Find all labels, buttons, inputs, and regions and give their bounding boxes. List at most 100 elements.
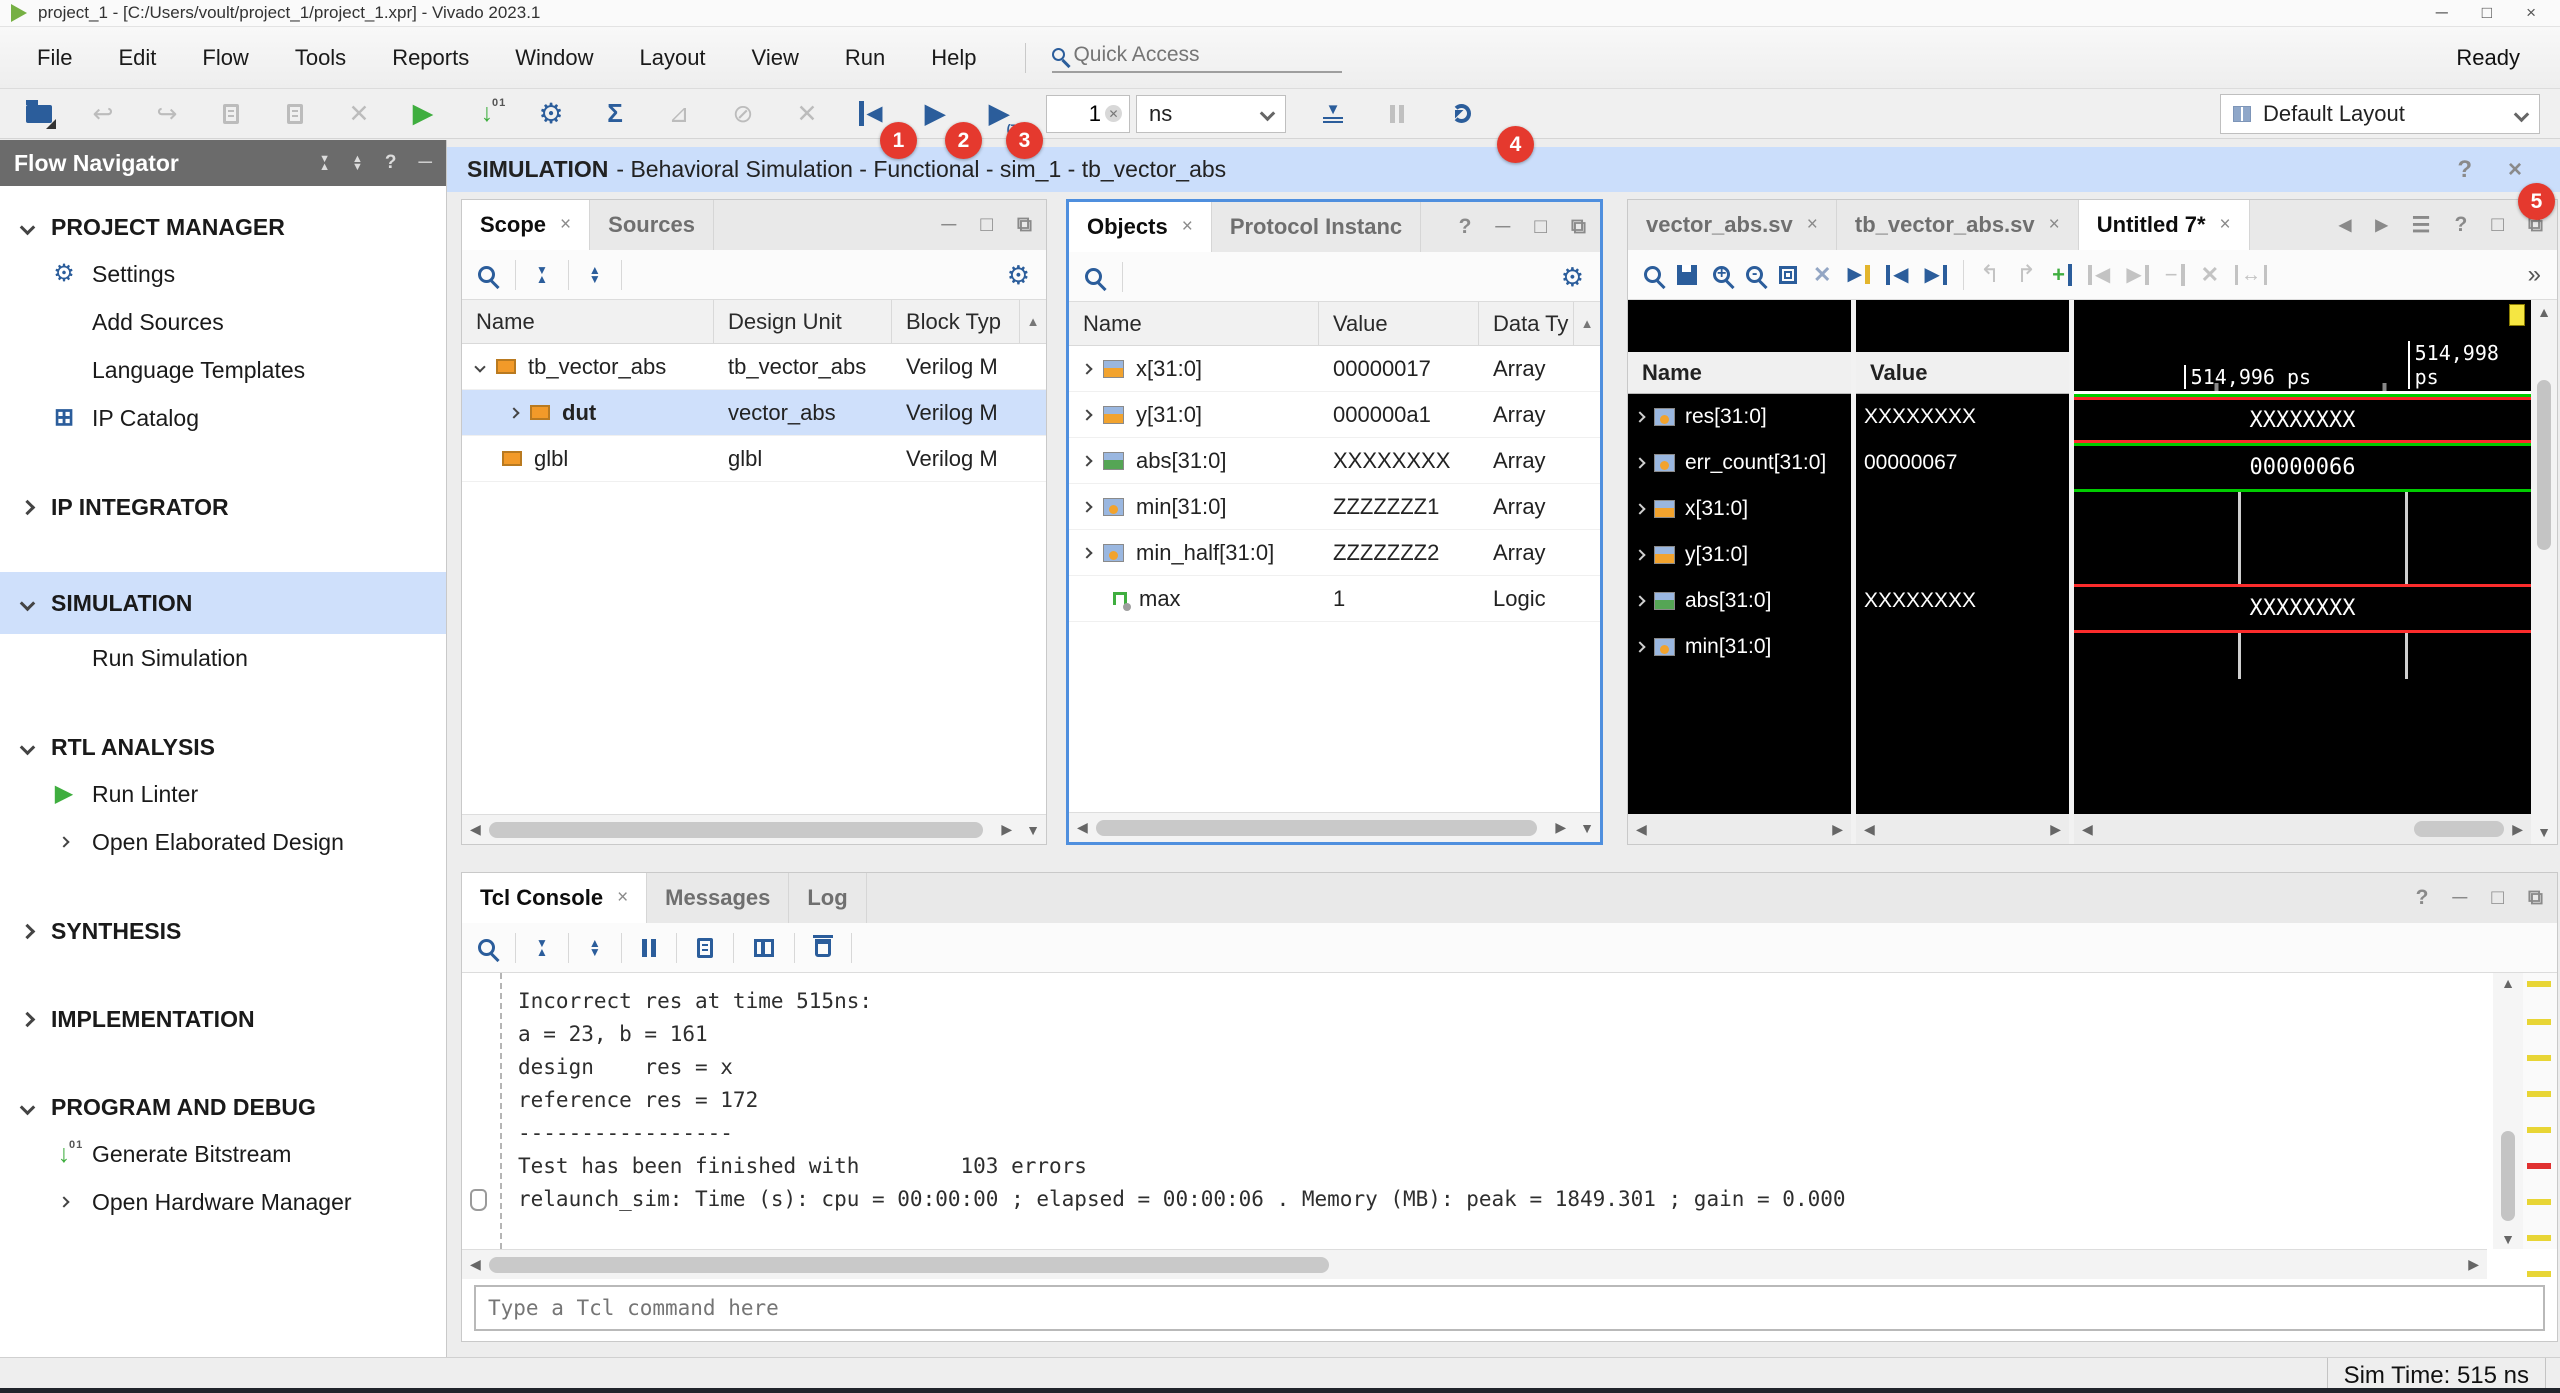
expand-all-icon[interactable]: ▲▼ <box>589 939 601 957</box>
tab-tcl-console[interactable]: Tcl Console × <box>462 873 647 923</box>
time-unit-select[interactable]: ns <box>1136 95 1286 133</box>
scroll-left-icon[interactable]: ◀ <box>1628 821 1655 838</box>
maximize-window-icon[interactable]: □ <box>2482 3 2492 23</box>
remove-marker-icon[interactable]: − <box>2165 264 2185 286</box>
scroll-right-icon[interactable]: ▶ <box>2504 821 2531 838</box>
scroll-left-icon[interactable]: ◀ <box>2074 821 2101 838</box>
tab-untitled-7[interactable]: Untitled 7* × <box>2079 200 2250 250</box>
warning-mark[interactable] <box>2527 1019 2551 1025</box>
section-synthesis[interactable]: SYNTHESIS <box>0 908 446 954</box>
wave-signal-row[interactable]: abs[31:0] <box>1628 578 1851 624</box>
wave-vscrollbar[interactable]: ▲ ▼ <box>2531 300 2557 844</box>
menu-reports[interactable]: Reports <box>369 45 492 71</box>
warning-mark[interactable] <box>2527 981 2551 987</box>
wave-signal-row[interactable]: y[31:0] <box>1628 532 1851 578</box>
scrollbar-thumb[interactable] <box>2501 1131 2515 1221</box>
report-sigma-button[interactable]: Σ <box>598 96 632 132</box>
close-tab-icon[interactable]: × <box>1182 216 1193 238</box>
close-tab-icon[interactable]: × <box>617 887 628 909</box>
scrollbar-thumb[interactable] <box>489 1257 1329 1273</box>
table-row[interactable]: max 1 Logic <box>1069 576 1600 622</box>
chevron-right-icon[interactable] <box>1081 547 1092 558</box>
settings-button[interactable]: ⚙ <box>534 96 568 132</box>
table-row[interactable]: abs[31:0] XXXXXXXX Array <box>1069 438 1600 484</box>
restart-sim-button[interactable]: ◀ <box>854 96 888 132</box>
chevron-right-icon[interactable] <box>508 407 519 418</box>
objects-hscrollbar[interactable]: ◀ ▶ ▼ <box>1069 812 1600 842</box>
menu-file[interactable]: File <box>14 45 95 71</box>
help-icon[interactable]: ? <box>1459 215 1472 239</box>
scroll-up-icon[interactable]: ▲ <box>1020 314 1046 329</box>
maximize-panel-icon[interactable]: □ <box>2491 213 2504 237</box>
search-icon[interactable] <box>1644 266 1661 283</box>
save-icon[interactable] <box>1677 265 1697 285</box>
warning-mark[interactable] <box>2527 1199 2551 1205</box>
gear-icon[interactable]: ⚙ <box>1561 264 1584 290</box>
delete-button[interactable]: ✕ <box>342 96 376 132</box>
section-project-manager[interactable]: PROJECT MANAGER <box>0 204 446 250</box>
previous-transition-icon[interactable]: ◀ <box>1886 265 1908 285</box>
section-rtl-analysis[interactable]: RTL ANALYSIS <box>0 724 446 770</box>
close-tab-icon[interactable]: × <box>2220 214 2231 236</box>
tab-protocol-instances[interactable]: Protocol Instanc <box>1212 202 1421 252</box>
run-button[interactable]: ▶ <box>406 96 440 132</box>
section-ip-integrator[interactable]: IP INTEGRATOR <box>0 484 446 530</box>
minimize-panel-icon[interactable]: ─ <box>2452 886 2467 910</box>
table-row-selected[interactable]: dut vector_abs Verilog M <box>462 390 1046 436</box>
chevron-right-icon[interactable] <box>1081 501 1092 512</box>
zoom-in-icon[interactable] <box>1713 266 1730 283</box>
quick-access-search[interactable] <box>1052 43 1342 73</box>
clear-console-icon[interactable] <box>815 939 831 957</box>
open-project-button[interactable] <box>22 96 56 132</box>
menu-window[interactable]: Window <box>492 45 616 71</box>
tab-scroll-left-icon[interactable]: ◀ <box>2339 215 2351 235</box>
console-hscrollbar[interactable]: ◀ ▶ <box>462 1249 2487 1279</box>
tab-scope[interactable]: Scope × <box>462 200 590 250</box>
cursor-flag-icon[interactable] <box>2509 304 2525 326</box>
scroll-left-icon[interactable]: ◀ <box>462 1256 489 1273</box>
scroll-down-icon[interactable]: ▼ <box>2501 1231 2515 1247</box>
tab-objects[interactable]: Objects × <box>1069 202 1212 252</box>
menu-tools[interactable]: Tools <box>272 45 369 71</box>
chevron-right-icon[interactable] <box>1081 409 1092 420</box>
close-tab-icon[interactable]: × <box>1807 214 1818 236</box>
wave-canvas[interactable]: 514,996 ps 514,998 ps XXXXXXXX 00000066 … <box>2074 300 2531 844</box>
sim-time-input[interactable] <box>1047 101 1105 127</box>
scroll-left-icon[interactable]: ◀ <box>462 821 489 838</box>
chevron-right-icon[interactable] <box>1081 455 1092 466</box>
pause-button[interactable] <box>1380 96 1414 132</box>
scroll-left-icon[interactable]: ◀ <box>1856 821 1883 838</box>
minimize-panel-icon[interactable]: ─ <box>1495 215 1510 239</box>
console-vscrollbar[interactable]: ▲ ▼ <box>2493 973 2523 1249</box>
warning-mark[interactable] <box>2527 1091 2551 1097</box>
go-to-time-icon[interactable]: ▶ <box>1847 265 1870 284</box>
undo-button[interactable]: ↩ <box>86 96 120 132</box>
section-simulation[interactable]: SIMULATION <box>0 572 446 634</box>
menu-view[interactable]: View <box>729 45 822 71</box>
minimize-panel-icon[interactable]: ─ <box>941 213 956 237</box>
run-all-button[interactable]: ▶ <box>918 96 952 132</box>
zoom-fit-icon[interactable] <box>1779 266 1797 284</box>
item-open-hardware-manager[interactable]: Open Hardware Manager <box>0 1178 446 1226</box>
wave-signal-row[interactable]: x[31:0] <box>1628 486 1851 532</box>
chevron-right-icon[interactable] <box>1634 549 1645 560</box>
warning-mark[interactable] <box>2527 1127 2551 1133</box>
fit-marker-icon[interactable]: ↔ <box>2235 265 2267 285</box>
column-value[interactable]: Value <box>1319 302 1479 345</box>
wave-signal-row[interactable]: res[31:0] <box>1628 394 1851 440</box>
table-row[interactable]: min[31:0] ZZZZZZZ1 Array <box>1069 484 1600 530</box>
table-row[interactable]: tb_vector_abs tb_vector_abs Verilog M <box>462 344 1046 390</box>
table-row[interactable]: y[31:0] 000000a1 Array <box>1069 392 1600 438</box>
close-view-icon[interactable]: × <box>2508 156 2522 184</box>
wave-name-hscrollbar[interactable]: ◀▶ <box>1628 814 1851 844</box>
console-output[interactable]: Incorrect res at time 515ns: a = 23, b =… <box>502 973 2493 1249</box>
float-panel-icon[interactable]: ⧉ <box>1017 213 1032 237</box>
relaunch-sim-button[interactable] <box>1444 96 1478 132</box>
next-marker-icon[interactable]: ▶ <box>2126 265 2148 285</box>
queue-icon[interactable] <box>754 939 774 957</box>
item-settings[interactable]: ⚙ Settings <box>0 250 446 298</box>
add-marker-icon[interactable]: + <box>2052 264 2072 286</box>
tab-vector-abs-sv[interactable]: vector_abs.sv × <box>1628 200 1837 250</box>
menu-edit[interactable]: Edit <box>95 45 179 71</box>
item-open-elaborated-design[interactable]: Open Elaborated Design <box>0 818 446 866</box>
